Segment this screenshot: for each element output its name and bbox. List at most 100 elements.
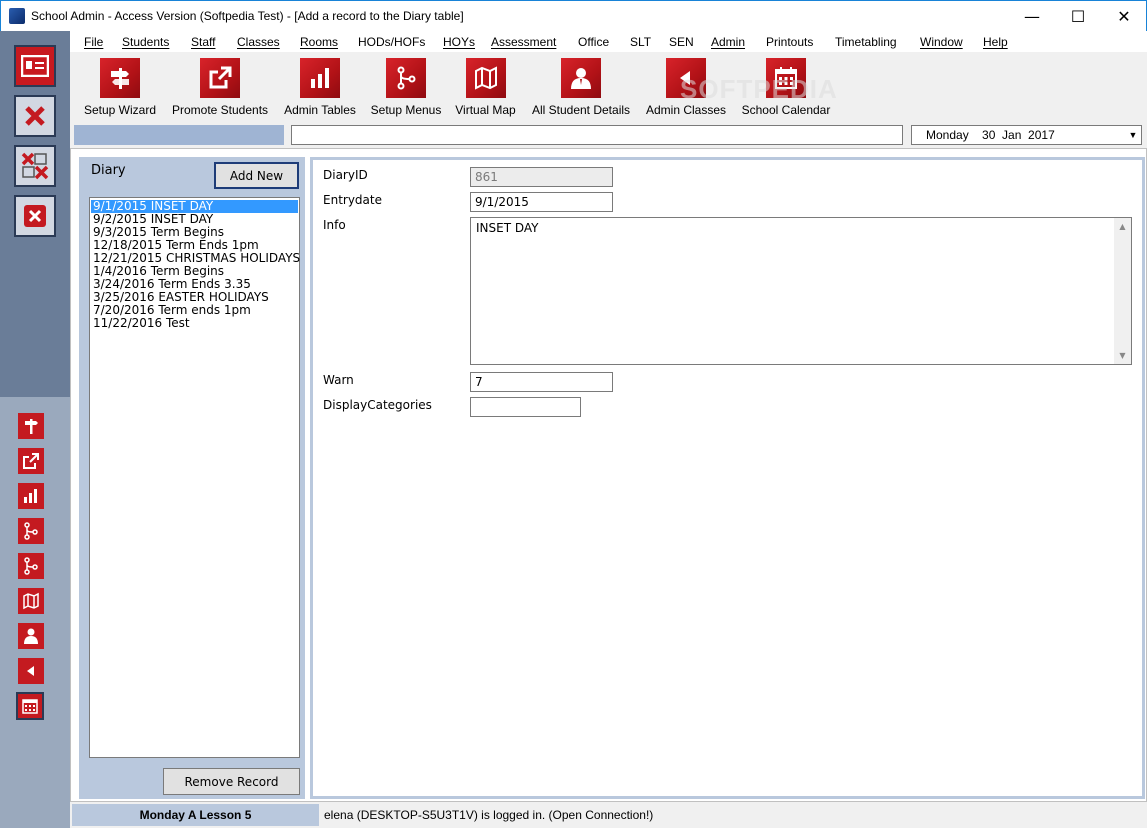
diary-list[interactable]: 9/1/2015 INSET DAY 9/2/2015 INSET DAY 9/… [89, 197, 300, 758]
multi-x-icon [21, 152, 49, 180]
rail-setup-menus-button[interactable] [18, 518, 44, 544]
menu-sen[interactable]: SEN [669, 35, 694, 49]
setup-menus-label: Setup Menus [370, 103, 442, 117]
entrydate-field[interactable]: 9/1/2015 [470, 192, 613, 212]
toolbar: Setup Wizard Promote Students Admin Tabl… [70, 52, 1147, 122]
status-login: elena (DESKTOP-S5U3T1V) is logged in. (O… [324, 808, 654, 822]
softpedia-watermark: SOFTPEDIA [680, 74, 838, 104]
status-lesson: Monday A Lesson 5 [72, 804, 319, 826]
admin-classes-label: Admin Classes [645, 103, 727, 117]
menu-classes[interactable]: Classes [237, 35, 280, 49]
rail-calendar-button[interactable] [16, 692, 44, 720]
menu-window[interactable]: Window [920, 35, 963, 49]
school-calendar-label: School Calendar [741, 103, 831, 117]
map-icon [23, 592, 39, 610]
menu-staff[interactable]: Staff [191, 35, 215, 49]
diary-panel: Diary Add New 9/1/2015 INSET DAY 9/2/201… [79, 157, 305, 799]
rail-student-details-button[interactable] [18, 623, 44, 649]
signpost-icon [25, 419, 38, 434]
date-select[interactable]: Monday 30 Jan 2017 ▼ [911, 125, 1142, 145]
maximize-button[interactable]: ☐ [1055, 1, 1101, 31]
menu-admin[interactable]: Admin [711, 35, 745, 49]
info-field[interactable]: INSET DAY ▲ ▼ [470, 217, 1132, 365]
setup-wizard-label: Setup Wizard [83, 103, 157, 117]
promote-students-button[interactable]: Promote Students [167, 58, 273, 122]
info-label: Info [323, 218, 346, 232]
displaycategories-field[interactable] [470, 397, 581, 417]
menu-office[interactable]: Office [578, 35, 609, 49]
person-icon [561, 58, 601, 98]
rail-admin-classes-button[interactable] [18, 658, 44, 684]
rail-close-button[interactable] [14, 195, 56, 237]
menu-rooms[interactable]: Rooms [300, 35, 338, 49]
virtual-map-button[interactable]: Virtual Map [452, 58, 519, 122]
bar-chart-icon [24, 489, 37, 503]
all-student-details-button[interactable]: All Student Details [526, 58, 636, 122]
nav-left-field [74, 125, 284, 145]
rail-virtual-map-button[interactable] [18, 588, 44, 614]
admin-tables-label: Admin Tables [284, 103, 356, 117]
menu-slt[interactable]: SLT [630, 35, 651, 49]
branch-icon [24, 557, 38, 575]
window-title: School Admin - Access Version (Softpedia… [31, 9, 464, 23]
menu-hods-hofs[interactable]: HODs/HOFs [358, 35, 425, 49]
remove-record-button[interactable]: Remove Record [163, 768, 300, 795]
rail-admin-tables-button[interactable] [18, 483, 44, 509]
displaycategories-label: DisplayCategories [323, 398, 432, 412]
branch-icon [386, 58, 426, 98]
back-arrow-icon [27, 666, 34, 676]
menu-bar: File Students Staff Classes Rooms HODs/H… [70, 31, 1147, 52]
record-form: DiaryID 861 Entrydate 9/1/2015 Info INSE… [313, 160, 1142, 796]
menu-hoys[interactable]: HOYs [443, 35, 475, 49]
menu-file[interactable]: File [84, 35, 103, 49]
app-icon [9, 8, 25, 24]
info-text: INSET DAY [476, 221, 539, 235]
close-button[interactable]: ✕ [1101, 1, 1147, 31]
person-icon [24, 628, 38, 644]
external-link-icon [200, 58, 240, 98]
calendar-icon [22, 699, 38, 714]
rail-promote-button[interactable] [18, 448, 44, 474]
menu-assessment[interactable]: Assessment [491, 35, 556, 49]
rail-delete-multiple-button[interactable] [14, 145, 56, 187]
chevron-down-icon[interactable]: ▼ [1126, 127, 1140, 143]
rail-id-card-button[interactable] [14, 45, 56, 87]
admin-tables-button[interactable]: Admin Tables [280, 58, 360, 122]
warn-field[interactable]: 7 [470, 372, 613, 392]
record-panel: DiaryID 861 Entrydate 9/1/2015 Info INSE… [310, 157, 1145, 799]
bar-chart-icon [300, 58, 340, 98]
external-link-icon [23, 453, 39, 469]
x-icon [25, 106, 45, 126]
diaryid-field: 861 [470, 167, 613, 187]
map-icon [465, 58, 506, 98]
menu-students[interactable]: Students [122, 35, 169, 49]
workspace: Diary Add New 9/1/2015 INSET DAY 9/2/201… [70, 148, 1147, 802]
all-student-details-label: All Student Details [531, 103, 631, 117]
entrydate-label: Entrydate [323, 193, 382, 207]
scroll-down-icon[interactable]: ▼ [1119, 351, 1125, 360]
scroll-up-icon[interactable]: ▲ [1119, 222, 1125, 231]
signpost-icon [100, 58, 140, 98]
promote-students-label: Promote Students [171, 103, 269, 117]
diaryid-label: DiaryID [323, 168, 368, 182]
virtual-map-label: Virtual Map [455, 103, 516, 117]
menu-printouts[interactable]: Printouts [766, 35, 813, 49]
title-bar: School Admin - Access Version (Softpedia… [0, 0, 1147, 31]
setup-wizard-button[interactable]: Setup Wizard [80, 58, 160, 122]
menu-timetabling[interactable]: Timetabling [835, 35, 897, 49]
menu-help[interactable]: Help [983, 35, 1008, 49]
diary-title: Diary [91, 163, 126, 178]
setup-menus-button[interactable]: Setup Menus [367, 58, 445, 122]
branch-icon [24, 522, 38, 540]
add-new-button[interactable]: Add New [214, 162, 299, 189]
minimize-button[interactable]: — [1009, 1, 1055, 31]
rail-setup-menus-2-button[interactable] [18, 553, 44, 579]
id-card-icon [21, 55, 49, 77]
warn-label: Warn [323, 373, 354, 387]
nav-search-input[interactable] [291, 125, 903, 145]
rail-setup-wizard-button[interactable] [18, 413, 44, 439]
rail-delete-button[interactable] [14, 95, 56, 137]
list-item[interactable]: 11/22/2016 Test [91, 317, 298, 330]
info-scrollbar[interactable]: ▲ ▼ [1114, 218, 1131, 364]
close-box-icon [24, 205, 46, 227]
